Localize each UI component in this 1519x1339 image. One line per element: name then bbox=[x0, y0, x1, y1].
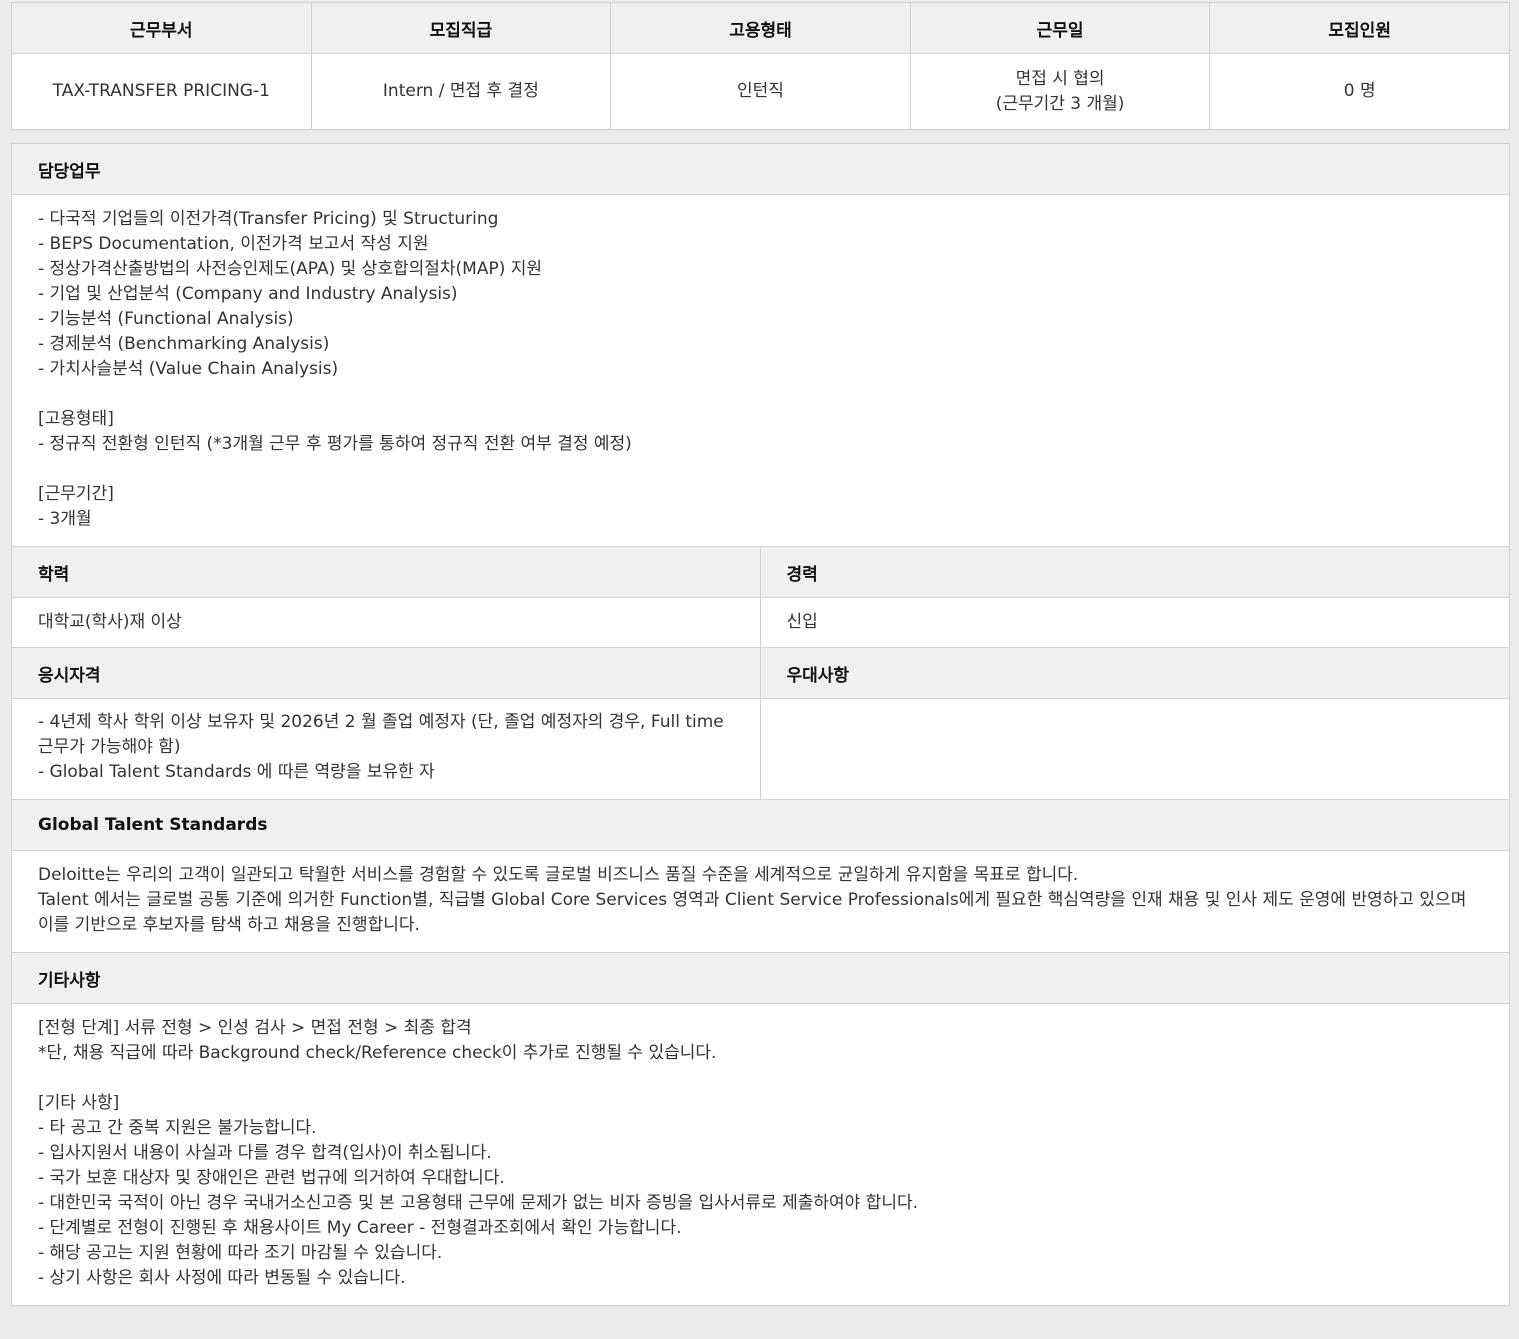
etc-text: [전형 단계] 서류 전형 > 인성 검사 > 면접 전형 > 최종 합격 *단… bbox=[38, 1018, 918, 1288]
education-title: 학력 bbox=[12, 547, 760, 598]
header-work-days: 근무일 bbox=[910, 2, 1211, 54]
education-career-row: 학력 대학교(학사)재 이상 경력 신입 bbox=[12, 546, 1509, 647]
career-section: 경력 신입 bbox=[760, 547, 1509, 647]
gts-section: Global Talent Standards Deloitte는 우리의 고객… bbox=[12, 799, 1509, 952]
career-text: 신입 bbox=[786, 612, 818, 632]
preference-text bbox=[761, 699, 1510, 723]
value-headcount: 0 명 bbox=[1343, 81, 1376, 101]
qualification-title: 응시자격 bbox=[12, 648, 760, 699]
value-work-days: 면접 시 협의 (근무기간 3 개월) bbox=[910, 53, 1211, 130]
value-department: TAX-TRANSFER PRICING-1 bbox=[11, 53, 312, 130]
gts-title: Global Talent Standards bbox=[12, 800, 1509, 851]
header-employment-type: 고용형태 bbox=[610, 2, 911, 54]
duties-section: 담당업무 - 다국적 기업들의 이전가격(Transfer Pricing) 및… bbox=[12, 144, 1509, 546]
education-section: 학력 대학교(학사)재 이상 bbox=[12, 547, 761, 647]
preference-title: 우대사항 bbox=[760, 648, 1509, 699]
duties-title: 담당업무 bbox=[12, 144, 1509, 195]
job-detail-box: 담당업무 - 다국적 기업들의 이전가격(Transfer Pricing) 및… bbox=[11, 143, 1510, 1306]
etc-title: 기타사항 bbox=[12, 953, 1509, 1004]
job-posting-detail: 근무부서 모집직급 고용형태 근무일 모집인원 TAX-TRANSFER PRI… bbox=[11, 2, 1510, 1306]
header-department: 근무부서 bbox=[11, 2, 312, 54]
value-employment-type: 인턴직 bbox=[610, 53, 911, 130]
summary-header-row: 근무부서 모집직급 고용형태 근무일 모집인원 bbox=[11, 2, 1510, 54]
job-summary-table: 근무부서 모집직급 고용형태 근무일 모집인원 TAX-TRANSFER PRI… bbox=[11, 2, 1510, 130]
value-position: Intern / 면접 후 결정 bbox=[311, 53, 612, 130]
header-headcount: 모집인원 bbox=[1209, 2, 1510, 54]
qualification-section: 응시자격 - 4년제 학사 학위 이상 보유자 및 2026년 2 월 졸업 예… bbox=[12, 648, 761, 799]
header-position: 모집직급 bbox=[311, 2, 612, 54]
gts-text: Deloitte는 우리의 고객이 일관되고 탁월한 서비스를 경험할 수 있도… bbox=[38, 865, 1467, 935]
duties-text: - 다국적 기업들의 이전가격(Transfer Pricing) 및 Stru… bbox=[38, 209, 632, 529]
qualification-text: - 4년제 학사 학위 이상 보유자 및 2026년 2 월 졸업 예정자 (단… bbox=[38, 712, 724, 782]
preference-section: 우대사항 bbox=[760, 648, 1510, 799]
etc-section: 기타사항 [전형 단계] 서류 전형 > 인성 검사 > 면접 전형 > 최종 … bbox=[12, 952, 1509, 1305]
summary-value-row: TAX-TRANSFER PRICING-1 Intern / 면접 후 결정 … bbox=[11, 53, 1510, 130]
education-text: 대학교(학사)재 이상 bbox=[38, 612, 182, 632]
career-title: 경력 bbox=[760, 547, 1509, 598]
qualification-preference-row: 응시자격 - 4년제 학사 학위 이상 보유자 및 2026년 2 월 졸업 예… bbox=[12, 647, 1509, 799]
